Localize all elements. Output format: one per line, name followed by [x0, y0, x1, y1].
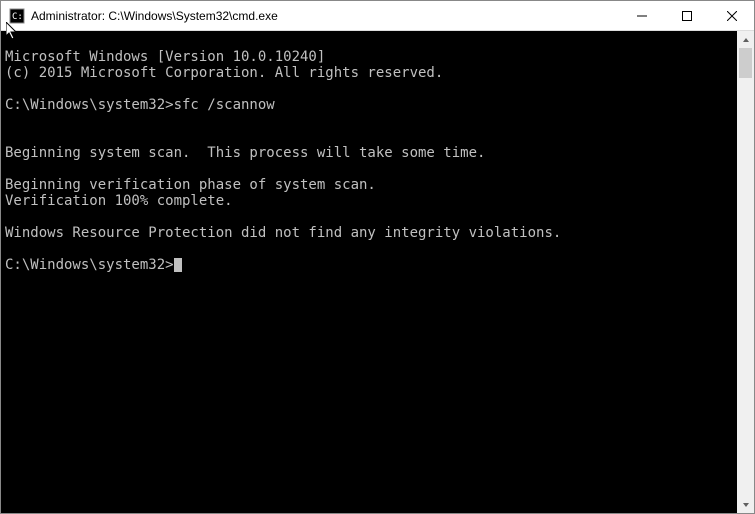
output-line: Verification 100% complete. — [5, 193, 233, 209]
prompt: C:\Windows\system32> — [5, 257, 174, 273]
close-button[interactable] — [709, 1, 754, 30]
maximize-button[interactable] — [664, 1, 709, 30]
svg-text:C:: C: — [12, 12, 23, 22]
console-output[interactable]: Microsoft Windows [Version 10.0.10240] (… — [1, 31, 737, 513]
titlebar[interactable]: C: Administrator: C:\Windows\System32\cm… — [1, 1, 754, 31]
output-line: Microsoft Windows [Version 10.0.10240] — [5, 49, 325, 65]
cmd-window: C: Administrator: C:\Windows\System32\cm… — [0, 0, 755, 514]
scroll-down-button[interactable] — [737, 496, 754, 513]
vertical-scrollbar[interactable] — [737, 31, 754, 513]
text-cursor — [174, 258, 182, 272]
cmd-icon: C: — [9, 8, 25, 24]
console-area: Microsoft Windows [Version 10.0.10240] (… — [1, 31, 754, 513]
output-line: Windows Resource Protection did not find… — [5, 225, 561, 241]
output-line: Beginning verification phase of system s… — [5, 177, 376, 193]
window-controls — [619, 1, 754, 30]
output-line: Beginning system scan. This process will… — [5, 145, 485, 161]
scroll-up-button[interactable] — [737, 31, 754, 48]
prompt: C:\Windows\system32> — [5, 97, 174, 113]
scroll-thumb[interactable] — [739, 48, 752, 78]
window-title: Administrator: C:\Windows\System32\cmd.e… — [31, 9, 619, 23]
output-line: (c) 2015 Microsoft Corporation. All righ… — [5, 65, 443, 81]
minimize-button[interactable] — [619, 1, 664, 30]
command-input: sfc /scannow — [174, 97, 275, 113]
scroll-track[interactable] — [737, 48, 754, 496]
